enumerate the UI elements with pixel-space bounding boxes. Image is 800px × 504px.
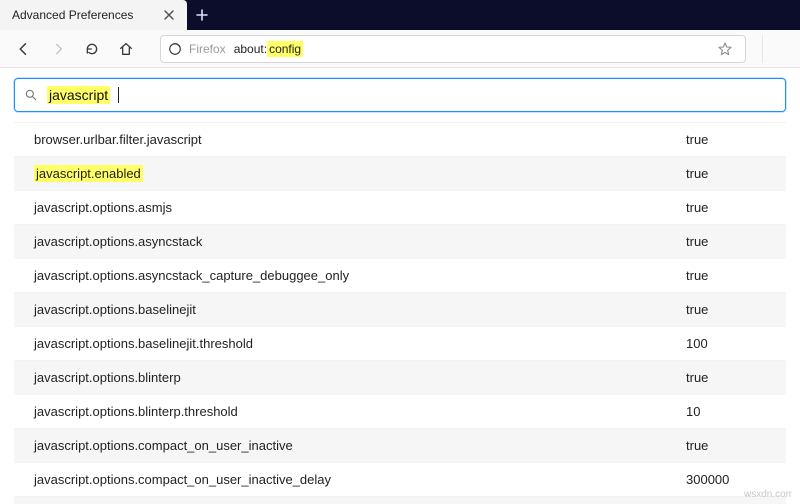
pref-row[interactable]: javascript.options.blinterp true xyxy=(14,360,786,394)
forward-button[interactable] xyxy=(44,35,72,63)
nav-toolbar: Firefox about:config xyxy=(0,30,800,68)
pref-name: javascript.options.compact_on_user_inact… xyxy=(34,438,656,453)
pref-row[interactable]: javascript.options.asyncstack_capture_de… xyxy=(14,258,786,292)
url-prefix: about: xyxy=(234,42,267,56)
pref-value: 100 xyxy=(686,336,766,351)
aboutconfig-content: javascript browser.urlbar.filter.javascr… xyxy=(0,68,800,504)
pref-value: true xyxy=(686,438,766,453)
search-term-highlight: javascript xyxy=(47,86,110,104)
pref-row[interactable]: javascript.options.baselinejit.threshold… xyxy=(14,326,786,360)
bookmark-star-icon[interactable] xyxy=(711,35,739,63)
tab-title: Advanced Preferences xyxy=(12,8,133,22)
browser-tab[interactable]: Advanced Preferences xyxy=(0,0,187,30)
pref-value: true xyxy=(686,370,766,385)
url-text: about:config xyxy=(234,41,303,56)
pref-name: javascript.options.baselinejit xyxy=(34,302,656,317)
home-button[interactable] xyxy=(112,35,140,63)
watermark: wsxdn.com xyxy=(744,489,794,500)
toolbar-divider xyxy=(762,35,790,63)
pref-name: javascript.options.blinterp xyxy=(34,370,656,385)
pref-value: true xyxy=(686,200,766,215)
pref-name: javascript.options.baselinejit.threshold xyxy=(34,336,656,351)
search-icon xyxy=(23,87,39,103)
right-crop-edge xyxy=(792,68,800,504)
pref-row[interactable]: javascript.options.blinterp.threshold 10 xyxy=(14,394,786,428)
pref-name: javascript.options.blinterp.threshold xyxy=(34,404,656,419)
address-bar[interactable]: Firefox about:config xyxy=(160,35,746,63)
pref-row[interactable]: javascript.options.asmjs true xyxy=(14,190,786,224)
brand-label: Firefox xyxy=(189,42,226,56)
new-tab-button[interactable] xyxy=(187,0,217,30)
pref-row[interactable]: javascript.options.compact_on_user_inact… xyxy=(14,428,786,462)
pref-name: javascript.options.asyncstack xyxy=(34,234,656,249)
reload-button[interactable] xyxy=(78,35,106,63)
pref-value: true xyxy=(686,132,766,147)
pref-value: 300000 xyxy=(686,472,766,487)
pref-value: true xyxy=(686,166,766,181)
pref-name: javascript.options.asyncstack_capture_de… xyxy=(34,268,656,283)
pref-row[interactable]: javascript.options.compact_on_user_inact… xyxy=(14,462,786,496)
pref-row[interactable]: javascript.options.asyncstack true xyxy=(14,224,786,258)
pref-value: true xyxy=(686,302,766,317)
pref-search-input[interactable]: javascript xyxy=(14,78,786,112)
pref-row[interactable]: javascript.options.discardSystemSourcefa… xyxy=(14,496,786,504)
pref-name: javascript.options.asmjs xyxy=(34,200,656,215)
url-page-highlight: config xyxy=(267,41,303,57)
pref-name: javascript.options.compact_on_user_inact… xyxy=(34,472,656,487)
pref-value: 10 xyxy=(686,404,766,419)
pref-name: javascript.enabled xyxy=(34,166,656,181)
close-icon[interactable] xyxy=(161,7,177,23)
pref-value: true xyxy=(686,234,766,249)
pref-name: browser.urlbar.filter.javascript xyxy=(34,132,656,147)
firefox-logo-icon xyxy=(167,41,183,57)
pref-row[interactable]: browser.urlbar.filter.javascript true xyxy=(14,122,786,156)
pref-row[interactable]: javascript.options.baselinejit true xyxy=(14,292,786,326)
pref-results: browser.urlbar.filter.javascripttruejava… xyxy=(14,122,786,504)
pref-row[interactable]: javascript.enabled true xyxy=(14,156,786,190)
text-caret xyxy=(118,87,119,103)
titlebar: Advanced Preferences xyxy=(0,0,800,30)
back-button[interactable] xyxy=(10,35,38,63)
pref-value: true xyxy=(686,268,766,283)
